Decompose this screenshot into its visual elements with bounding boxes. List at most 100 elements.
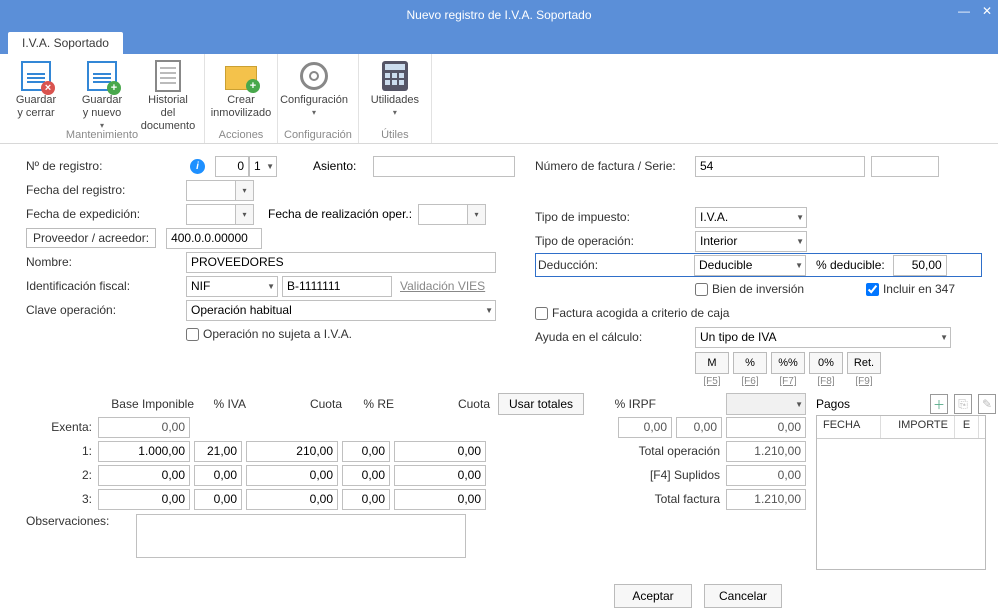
r3-cuota2[interactable] <box>394 489 486 510</box>
bien-inv-checkbox[interactable]: Bien de inversión <box>695 282 804 296</box>
r3-iva[interactable] <box>194 489 242 510</box>
historial-button[interactable]: Historial del documento <box>138 58 198 128</box>
tab-iva-soportado[interactable]: I.V.A. Soportado <box>8 32 123 54</box>
numfact-field[interactable] <box>695 156 865 177</box>
deduccion-label: Deducción: <box>538 258 694 272</box>
fecha-registro-label: Fecha del registro: <box>26 183 186 197</box>
minimize-icon[interactable]: — <box>958 4 970 18</box>
ribbon-group-caption: Configuración <box>284 129 352 141</box>
calc-key-4: [F9] <box>847 376 881 387</box>
tab-strip: I.V.A. Soportado <box>0 30 998 54</box>
pct-ded-label: % deducible: <box>816 258 885 272</box>
observaciones-field[interactable] <box>136 514 466 558</box>
pagos-edit-icon[interactable]: ✎ <box>978 394 996 414</box>
col-iva: % IVA <box>194 397 246 411</box>
tipo-op-select[interactable]: Interior▼ <box>695 231 807 252</box>
utilidades-icon <box>379 60 411 92</box>
pagos-col-fecha: FECHA <box>817 416 881 438</box>
claveop-label: Clave operación: <box>26 303 186 317</box>
config-button[interactable]: Configuración▾ <box>284 58 344 128</box>
exenta-base <box>98 417 190 438</box>
calc-key-3: [F8] <box>809 376 843 387</box>
pagos-label: Pagos <box>816 397 850 411</box>
r3-base[interactable] <box>98 489 190 510</box>
guardar-nuevo-button[interactable]: Guardar y nuevo▾ <box>72 58 132 128</box>
close-icon[interactable]: ✕ <box>982 4 992 18</box>
pagos-col-e: E <box>955 416 979 438</box>
r2-iva[interactable] <box>194 465 242 486</box>
total-op-label: Total operación <box>610 444 720 458</box>
idfiscal-tipo-select[interactable]: NIF▼ <box>186 276 278 297</box>
r3-re[interactable] <box>342 489 390 510</box>
pagos-copy-icon[interactable]: ⎘ <box>954 394 972 414</box>
crear-inmov-button[interactable]: Crear inmovilizado <box>211 58 271 128</box>
r1-cuota2[interactable] <box>394 441 486 462</box>
cancelar-button[interactable]: Cancelar <box>704 584 782 608</box>
fecha-registro-picker[interactable]: ▾ <box>236 180 254 201</box>
irpf-v2 <box>676 417 722 438</box>
calc-btn-4[interactable]: Ret. <box>847 352 881 374</box>
total-op-field <box>726 441 806 462</box>
r2-base[interactable] <box>98 465 190 486</box>
total-fact-label: Total factura <box>610 492 720 506</box>
pct-ded-field[interactable] <box>893 255 947 276</box>
no-sujeta-checkbox[interactable]: Operación no sujeta a I.V.A. <box>186 327 352 341</box>
proveedor-button[interactable]: Proveedor / acreedor: <box>26 228 156 248</box>
fecha-real-picker[interactable]: ▾ <box>468 204 486 225</box>
r1-cuota1[interactable] <box>246 441 338 462</box>
nregistro-serie-select[interactable]: 1▼ <box>249 156 277 177</box>
irpf-v1 <box>618 417 672 438</box>
r2-cuota2[interactable] <box>394 465 486 486</box>
col-cuota1: Cuota <box>246 397 342 411</box>
ayuda-select[interactable]: Un tipo de IVA▼ <box>695 327 951 348</box>
fecha-registro-field[interactable] <box>186 180 236 201</box>
calc-btn-2[interactable]: %% <box>771 352 805 374</box>
col-irpf: % IRPF <box>596 397 656 411</box>
deduccion-select[interactable]: Deducible▼ <box>694 255 806 276</box>
guardar-cerrar-icon <box>20 60 52 92</box>
r1-base[interactable] <box>98 441 190 462</box>
fecha-exp-picker[interactable]: ▾ <box>236 204 254 225</box>
calc-key-0: [F5] <box>695 376 729 387</box>
guardar-cerrar-button[interactable]: Guardar y cerrar <box>6 58 66 128</box>
fecha-real-field[interactable] <box>418 204 468 225</box>
numfact-label: Número de factura / Serie: <box>535 159 695 173</box>
nregistro-field[interactable] <box>215 156 249 177</box>
utilidades-button[interactable]: Utilidades▾ <box>365 58 425 128</box>
numfact-serie-field[interactable] <box>871 156 939 177</box>
fecha-exp-field[interactable] <box>186 204 236 225</box>
title-bar: Nuevo registro de I.V.A. Soportado — ✕ <box>0 0 998 30</box>
pagos-table[interactable]: FECHA IMPORTE E <box>816 415 986 570</box>
fecha-exp-label: Fecha de expedición: <box>26 207 186 221</box>
calc-btn-0[interactable]: M <box>695 352 729 374</box>
vies-link[interactable]: Validación VIES <box>400 279 485 293</box>
pagos-new-icon[interactable]: ＋ <box>930 394 948 414</box>
nombre-field[interactable] <box>186 252 496 273</box>
claveop-select[interactable]: Operación habitual▼ <box>186 300 496 321</box>
config-label: Configuración▾ <box>280 94 348 122</box>
nombre-label: Nombre: <box>26 255 186 269</box>
r1-iva[interactable] <box>194 441 242 462</box>
calc-key-1: [F6] <box>733 376 767 387</box>
info-icon[interactable]: i <box>190 159 205 174</box>
usar-totales-button[interactable]: Usar totales <box>498 393 584 415</box>
aceptar-button[interactable]: Aceptar <box>614 584 692 608</box>
r1-re[interactable] <box>342 441 390 462</box>
tipo-imp-label: Tipo de impuesto: <box>535 210 695 224</box>
pagos-col-importe: IMPORTE <box>881 416 955 438</box>
proveedor-field[interactable] <box>166 228 262 249</box>
calc-btn-3[interactable]: 0% <box>809 352 843 374</box>
incluir347-checkbox[interactable]: Incluir en 347 <box>866 282 955 296</box>
r2-cuota1[interactable] <box>246 465 338 486</box>
criterio-caja-checkbox[interactable]: Factura acogida a criterio de caja <box>535 306 729 320</box>
col-re: % RE <box>342 397 394 411</box>
r3-cuota1[interactable] <box>246 489 338 510</box>
suplidos-field[interactable] <box>726 465 806 486</box>
idfiscal-num-field[interactable] <box>282 276 392 297</box>
guardar-nuevo-label: Guardar y nuevo▾ <box>82 94 122 122</box>
tipo-imp-select[interactable]: I.V.A.▼ <box>695 207 807 228</box>
fecha-real-label: Fecha de realización oper.: <box>268 207 418 221</box>
calc-btn-1[interactable]: % <box>733 352 767 374</box>
asiento-label: Asiento: <box>313 159 373 173</box>
r2-re[interactable] <box>342 465 390 486</box>
